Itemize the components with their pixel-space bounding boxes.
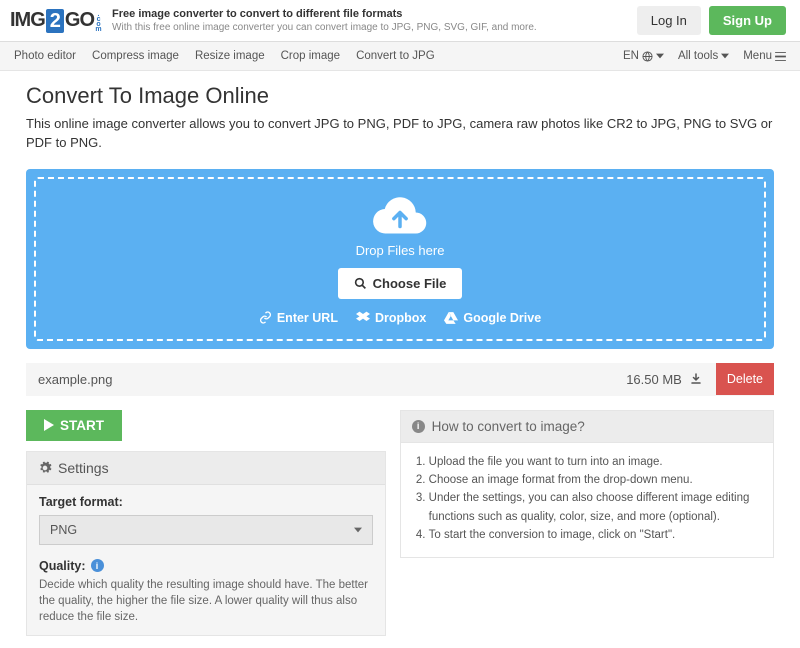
link-icon <box>259 311 272 324</box>
logo-post: GO <box>65 9 94 32</box>
start-label: START <box>60 418 104 433</box>
globe-icon <box>642 51 653 62</box>
lang-selector[interactable]: EN <box>623 50 664 62</box>
gear-icon <box>38 461 52 475</box>
settings-panel: Settings Target format: PNG Quality: i D… <box>26 451 386 636</box>
right-column: i How to convert to image? Upload the fi… <box>400 410 774 636</box>
search-icon <box>354 277 367 290</box>
target-format-value: PNG <box>50 523 77 537</box>
nav-item-convert-jpg[interactable]: Convert to JPG <box>356 42 451 70</box>
cloud-upload-icon <box>371 195 429 237</box>
howto-step-1: Upload the file you want to turn into an… <box>429 453 761 471</box>
howto-header: i How to convert to image? <box>400 410 774 443</box>
settings-body: Target format: PNG Quality: i Decide whi… <box>27 485 385 635</box>
menu-label: Menu <box>743 50 772 62</box>
columns: START Settings Target format: PNG Qualit… <box>26 410 774 636</box>
dropbox-option[interactable]: Dropbox <box>356 311 426 325</box>
enter-url-label: Enter URL <box>277 311 338 325</box>
nav-item-crop[interactable]: Crop image <box>281 42 356 70</box>
howto-step-3: Under the settings, you can also choose … <box>429 489 761 526</box>
chevron-down-icon <box>656 52 664 60</box>
quality-label: Quality: <box>39 559 86 573</box>
drop-zone-inner: Drop Files here Choose File Enter URL Dr… <box>34 177 766 341</box>
howto-body: Upload the file you want to turn into an… <box>400 443 774 558</box>
left-column: START Settings Target format: PNG Qualit… <box>26 410 386 636</box>
file-size: 16.50 MB <box>626 372 682 387</box>
chevron-down-icon <box>354 526 362 534</box>
nav-item-resize[interactable]: Resize image <box>195 42 281 70</box>
page-subtitle: This online image converter allows you t… <box>26 115 774 153</box>
download-icon[interactable] <box>690 373 702 385</box>
upload-options: Enter URL Dropbox Google Drive <box>46 311 754 325</box>
choose-file-label: Choose File <box>373 276 447 291</box>
target-format-label: Target format: <box>39 495 373 509</box>
top-bar: IMG 2 GO .com Free image converter to co… <box>0 0 800 42</box>
lang-label: EN <box>623 50 639 62</box>
choose-file-button[interactable]: Choose File <box>338 268 463 299</box>
howto-step-4: To start the conversion to image, click … <box>429 526 761 544</box>
info-icon: i <box>412 420 425 433</box>
page-title: Convert To Image Online <box>26 83 774 109</box>
quality-description: Decide which quality the resulting image… <box>39 577 373 625</box>
start-button[interactable]: START <box>26 410 122 441</box>
hamburger-icon <box>775 52 786 61</box>
play-icon <box>44 419 54 431</box>
nav-right: EN All tools Menu <box>623 50 786 62</box>
menu-button[interactable]: Menu <box>743 50 786 62</box>
file-row: example.png 16.50 MB Delete <box>26 363 774 396</box>
signup-button[interactable]: Sign Up <box>709 6 786 35</box>
file-name: example.png <box>26 363 612 396</box>
nav-item-compress[interactable]: Compress image <box>92 42 195 70</box>
nav-item-photo-editor[interactable]: Photo editor <box>14 42 92 70</box>
page-body: Convert To Image Online This online imag… <box>0 71 800 648</box>
delete-button[interactable]: Delete <box>716 363 774 395</box>
logo-description: Free image converter to convert to diffe… <box>112 7 537 34</box>
howto-step-2: Choose an image format from the drop-dow… <box>429 471 761 489</box>
gdrive-option[interactable]: Google Drive <box>444 311 541 325</box>
gdrive-label: Google Drive <box>463 311 541 325</box>
quality-header: Quality: i <box>39 559 373 573</box>
nav-left: Photo editor Compress image Resize image… <box>14 42 451 70</box>
alltools-label: All tools <box>678 50 718 62</box>
logo-com: .com <box>95 11 102 31</box>
top-actions: Log In Sign Up <box>637 6 786 35</box>
tagline-1: Free image converter to convert to diffe… <box>112 7 537 21</box>
enter-url-option[interactable]: Enter URL <box>259 311 338 325</box>
info-icon[interactable]: i <box>91 559 104 572</box>
all-tools-selector[interactable]: All tools <box>678 50 729 62</box>
dropbox-icon <box>356 311 370 324</box>
settings-header: Settings <box>27 452 385 485</box>
nav-bar: Photo editor Compress image Resize image… <box>0 42 800 71</box>
gdrive-icon <box>444 312 458 324</box>
howto-steps: Upload the file you want to turn into an… <box>413 453 761 545</box>
logo[interactable]: IMG 2 GO .com <box>10 9 102 33</box>
drop-zone[interactable]: Drop Files here Choose File Enter URL Dr… <box>26 169 774 349</box>
chevron-down-icon <box>721 52 729 60</box>
logo-num: 2 <box>46 9 64 33</box>
login-button[interactable]: Log In <box>637 6 701 35</box>
settings-title: Settings <box>58 460 109 476</box>
drop-text: Drop Files here <box>46 243 754 258</box>
logo-pre: IMG <box>10 9 45 32</box>
tagline-2: With this free online image converter yo… <box>112 21 537 34</box>
target-format-select[interactable]: PNG <box>39 515 373 545</box>
howto-title: How to convert to image? <box>432 419 585 434</box>
dropbox-label: Dropbox <box>375 311 426 325</box>
file-size-cell: 16.50 MB <box>612 363 716 396</box>
